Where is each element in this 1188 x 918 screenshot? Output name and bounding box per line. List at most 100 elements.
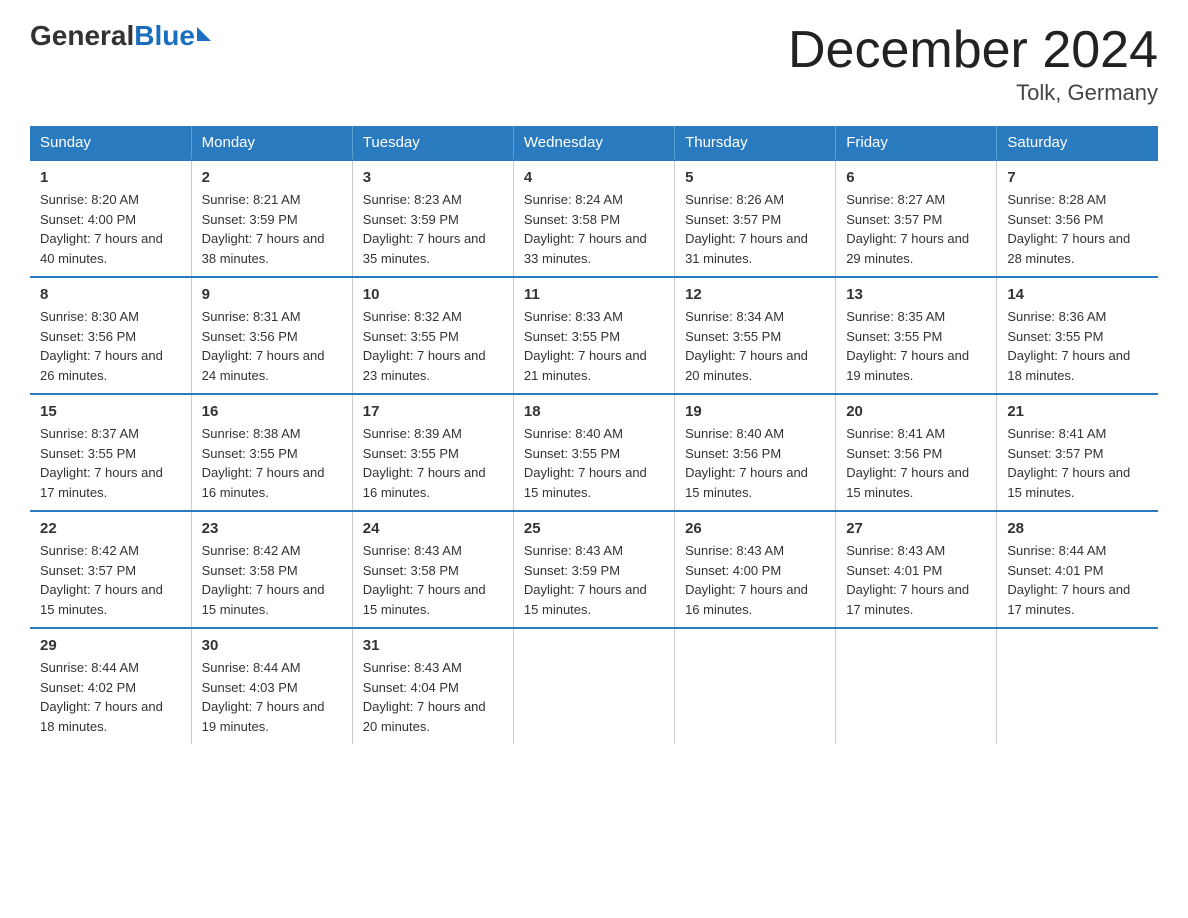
calendar-cell: 23 Sunrise: 8:42 AMSunset: 3:58 PMDaylig… bbox=[191, 511, 352, 628]
calendar-cell: 25 Sunrise: 8:43 AMSunset: 3:59 PMDaylig… bbox=[513, 511, 674, 628]
weekday-header-friday: Friday bbox=[836, 126, 997, 160]
day-number: 17 bbox=[363, 403, 503, 420]
day-info: Sunrise: 8:44 AMSunset: 4:02 PMDaylight:… bbox=[40, 658, 181, 736]
calendar-cell: 30 Sunrise: 8:44 AMSunset: 4:03 PMDaylig… bbox=[191, 628, 352, 744]
calendar-week-row: 22 Sunrise: 8:42 AMSunset: 3:57 PMDaylig… bbox=[30, 511, 1158, 628]
day-info: Sunrise: 8:21 AMSunset: 3:59 PMDaylight:… bbox=[202, 190, 342, 268]
logo-blue-text: Blue bbox=[134, 20, 195, 52]
calendar-cell: 19 Sunrise: 8:40 AMSunset: 3:56 PMDaylig… bbox=[675, 394, 836, 511]
day-number: 9 bbox=[202, 286, 342, 303]
day-number: 12 bbox=[685, 286, 825, 303]
day-number: 21 bbox=[1007, 403, 1148, 420]
day-info: Sunrise: 8:31 AMSunset: 3:56 PMDaylight:… bbox=[202, 307, 342, 385]
calendar-cell bbox=[513, 628, 674, 744]
logo-blue-box: Blue bbox=[134, 20, 211, 52]
day-number: 25 bbox=[524, 520, 664, 537]
day-info: Sunrise: 8:44 AMSunset: 4:03 PMDaylight:… bbox=[202, 658, 342, 736]
day-number: 26 bbox=[685, 520, 825, 537]
day-number: 29 bbox=[40, 637, 181, 654]
calendar-cell: 12 Sunrise: 8:34 AMSunset: 3:55 PMDaylig… bbox=[675, 277, 836, 394]
day-number: 20 bbox=[846, 403, 986, 420]
day-info: Sunrise: 8:37 AMSunset: 3:55 PMDaylight:… bbox=[40, 424, 181, 502]
calendar-cell: 8 Sunrise: 8:30 AMSunset: 3:56 PMDayligh… bbox=[30, 277, 191, 394]
day-number: 7 bbox=[1007, 169, 1148, 186]
calendar-cell: 9 Sunrise: 8:31 AMSunset: 3:56 PMDayligh… bbox=[191, 277, 352, 394]
day-info: Sunrise: 8:42 AMSunset: 3:57 PMDaylight:… bbox=[40, 541, 181, 619]
calendar-cell: 16 Sunrise: 8:38 AMSunset: 3:55 PMDaylig… bbox=[191, 394, 352, 511]
calendar-cell bbox=[997, 628, 1158, 744]
calendar-cell: 22 Sunrise: 8:42 AMSunset: 3:57 PMDaylig… bbox=[30, 511, 191, 628]
day-info: Sunrise: 8:44 AMSunset: 4:01 PMDaylight:… bbox=[1007, 541, 1148, 619]
day-number: 15 bbox=[40, 403, 181, 420]
day-info: Sunrise: 8:20 AMSunset: 4:00 PMDaylight:… bbox=[40, 190, 181, 268]
calendar-cell: 24 Sunrise: 8:43 AMSunset: 3:58 PMDaylig… bbox=[352, 511, 513, 628]
day-number: 14 bbox=[1007, 286, 1148, 303]
day-info: Sunrise: 8:34 AMSunset: 3:55 PMDaylight:… bbox=[685, 307, 825, 385]
day-info: Sunrise: 8:35 AMSunset: 3:55 PMDaylight:… bbox=[846, 307, 986, 385]
weekday-header-sunday: Sunday bbox=[30, 126, 191, 160]
day-number: 10 bbox=[363, 286, 503, 303]
logo: General Blue bbox=[30, 20, 211, 52]
calendar-table: SundayMondayTuesdayWednesdayThursdayFrid… bbox=[30, 126, 1158, 744]
day-info: Sunrise: 8:42 AMSunset: 3:58 PMDaylight:… bbox=[202, 541, 342, 619]
day-number: 24 bbox=[363, 520, 503, 537]
day-number: 5 bbox=[685, 169, 825, 186]
day-info: Sunrise: 8:32 AMSunset: 3:55 PMDaylight:… bbox=[363, 307, 503, 385]
calendar-cell: 3 Sunrise: 8:23 AMSunset: 3:59 PMDayligh… bbox=[352, 160, 513, 277]
day-number: 23 bbox=[202, 520, 342, 537]
day-number: 6 bbox=[846, 169, 986, 186]
weekday-header-monday: Monday bbox=[191, 126, 352, 160]
weekday-header-tuesday: Tuesday bbox=[352, 126, 513, 160]
calendar-cell: 11 Sunrise: 8:33 AMSunset: 3:55 PMDaylig… bbox=[513, 277, 674, 394]
day-number: 3 bbox=[363, 169, 503, 186]
day-info: Sunrise: 8:33 AMSunset: 3:55 PMDaylight:… bbox=[524, 307, 664, 385]
weekday-header-thursday: Thursday bbox=[675, 126, 836, 160]
calendar-cell: 31 Sunrise: 8:43 AMSunset: 4:04 PMDaylig… bbox=[352, 628, 513, 744]
day-info: Sunrise: 8:41 AMSunset: 3:57 PMDaylight:… bbox=[1007, 424, 1148, 502]
calendar-cell: 18 Sunrise: 8:40 AMSunset: 3:55 PMDaylig… bbox=[513, 394, 674, 511]
calendar-week-row: 15 Sunrise: 8:37 AMSunset: 3:55 PMDaylig… bbox=[30, 394, 1158, 511]
calendar-cell: 29 Sunrise: 8:44 AMSunset: 4:02 PMDaylig… bbox=[30, 628, 191, 744]
calendar-cell: 5 Sunrise: 8:26 AMSunset: 3:57 PMDayligh… bbox=[675, 160, 836, 277]
calendar-cell: 17 Sunrise: 8:39 AMSunset: 3:55 PMDaylig… bbox=[352, 394, 513, 511]
day-number: 31 bbox=[363, 637, 503, 654]
calendar-cell bbox=[836, 628, 997, 744]
day-number: 1 bbox=[40, 169, 181, 186]
page-header: General Blue December 2024 Tolk, Germany bbox=[30, 20, 1158, 106]
calendar-cell: 2 Sunrise: 8:21 AMSunset: 3:59 PMDayligh… bbox=[191, 160, 352, 277]
day-info: Sunrise: 8:43 AMSunset: 4:04 PMDaylight:… bbox=[363, 658, 503, 736]
day-number: 4 bbox=[524, 169, 664, 186]
calendar-cell: 6 Sunrise: 8:27 AMSunset: 3:57 PMDayligh… bbox=[836, 160, 997, 277]
calendar-cell: 7 Sunrise: 8:28 AMSunset: 3:56 PMDayligh… bbox=[997, 160, 1158, 277]
calendar-week-row: 29 Sunrise: 8:44 AMSunset: 4:02 PMDaylig… bbox=[30, 628, 1158, 744]
logo-general-text: General bbox=[30, 20, 134, 52]
calendar-cell: 21 Sunrise: 8:41 AMSunset: 3:57 PMDaylig… bbox=[997, 394, 1158, 511]
day-info: Sunrise: 8:40 AMSunset: 3:55 PMDaylight:… bbox=[524, 424, 664, 502]
calendar-cell: 20 Sunrise: 8:41 AMSunset: 3:56 PMDaylig… bbox=[836, 394, 997, 511]
day-info: Sunrise: 8:23 AMSunset: 3:59 PMDaylight:… bbox=[363, 190, 503, 268]
calendar-cell: 14 Sunrise: 8:36 AMSunset: 3:55 PMDaylig… bbox=[997, 277, 1158, 394]
day-number: 30 bbox=[202, 637, 342, 654]
title-block: December 2024 Tolk, Germany bbox=[788, 20, 1158, 106]
weekday-header-wednesday: Wednesday bbox=[513, 126, 674, 160]
day-number: 8 bbox=[40, 286, 181, 303]
day-info: Sunrise: 8:39 AMSunset: 3:55 PMDaylight:… bbox=[363, 424, 503, 502]
location-label: Tolk, Germany bbox=[788, 80, 1158, 106]
calendar-cell bbox=[675, 628, 836, 744]
day-info: Sunrise: 8:27 AMSunset: 3:57 PMDaylight:… bbox=[846, 190, 986, 268]
day-info: Sunrise: 8:36 AMSunset: 3:55 PMDaylight:… bbox=[1007, 307, 1148, 385]
calendar-cell: 1 Sunrise: 8:20 AMSunset: 4:00 PMDayligh… bbox=[30, 160, 191, 277]
day-info: Sunrise: 8:28 AMSunset: 3:56 PMDaylight:… bbox=[1007, 190, 1148, 268]
day-number: 27 bbox=[846, 520, 986, 537]
day-info: Sunrise: 8:43 AMSunset: 3:59 PMDaylight:… bbox=[524, 541, 664, 619]
logo-triangle-icon bbox=[197, 27, 211, 41]
calendar-cell: 4 Sunrise: 8:24 AMSunset: 3:58 PMDayligh… bbox=[513, 160, 674, 277]
month-title: December 2024 bbox=[788, 20, 1158, 80]
day-info: Sunrise: 8:38 AMSunset: 3:55 PMDaylight:… bbox=[202, 424, 342, 502]
calendar-week-row: 8 Sunrise: 8:30 AMSunset: 3:56 PMDayligh… bbox=[30, 277, 1158, 394]
calendar-cell: 27 Sunrise: 8:43 AMSunset: 4:01 PMDaylig… bbox=[836, 511, 997, 628]
day-number: 19 bbox=[685, 403, 825, 420]
calendar-cell: 26 Sunrise: 8:43 AMSunset: 4:00 PMDaylig… bbox=[675, 511, 836, 628]
day-number: 13 bbox=[846, 286, 986, 303]
calendar-cell: 28 Sunrise: 8:44 AMSunset: 4:01 PMDaylig… bbox=[997, 511, 1158, 628]
